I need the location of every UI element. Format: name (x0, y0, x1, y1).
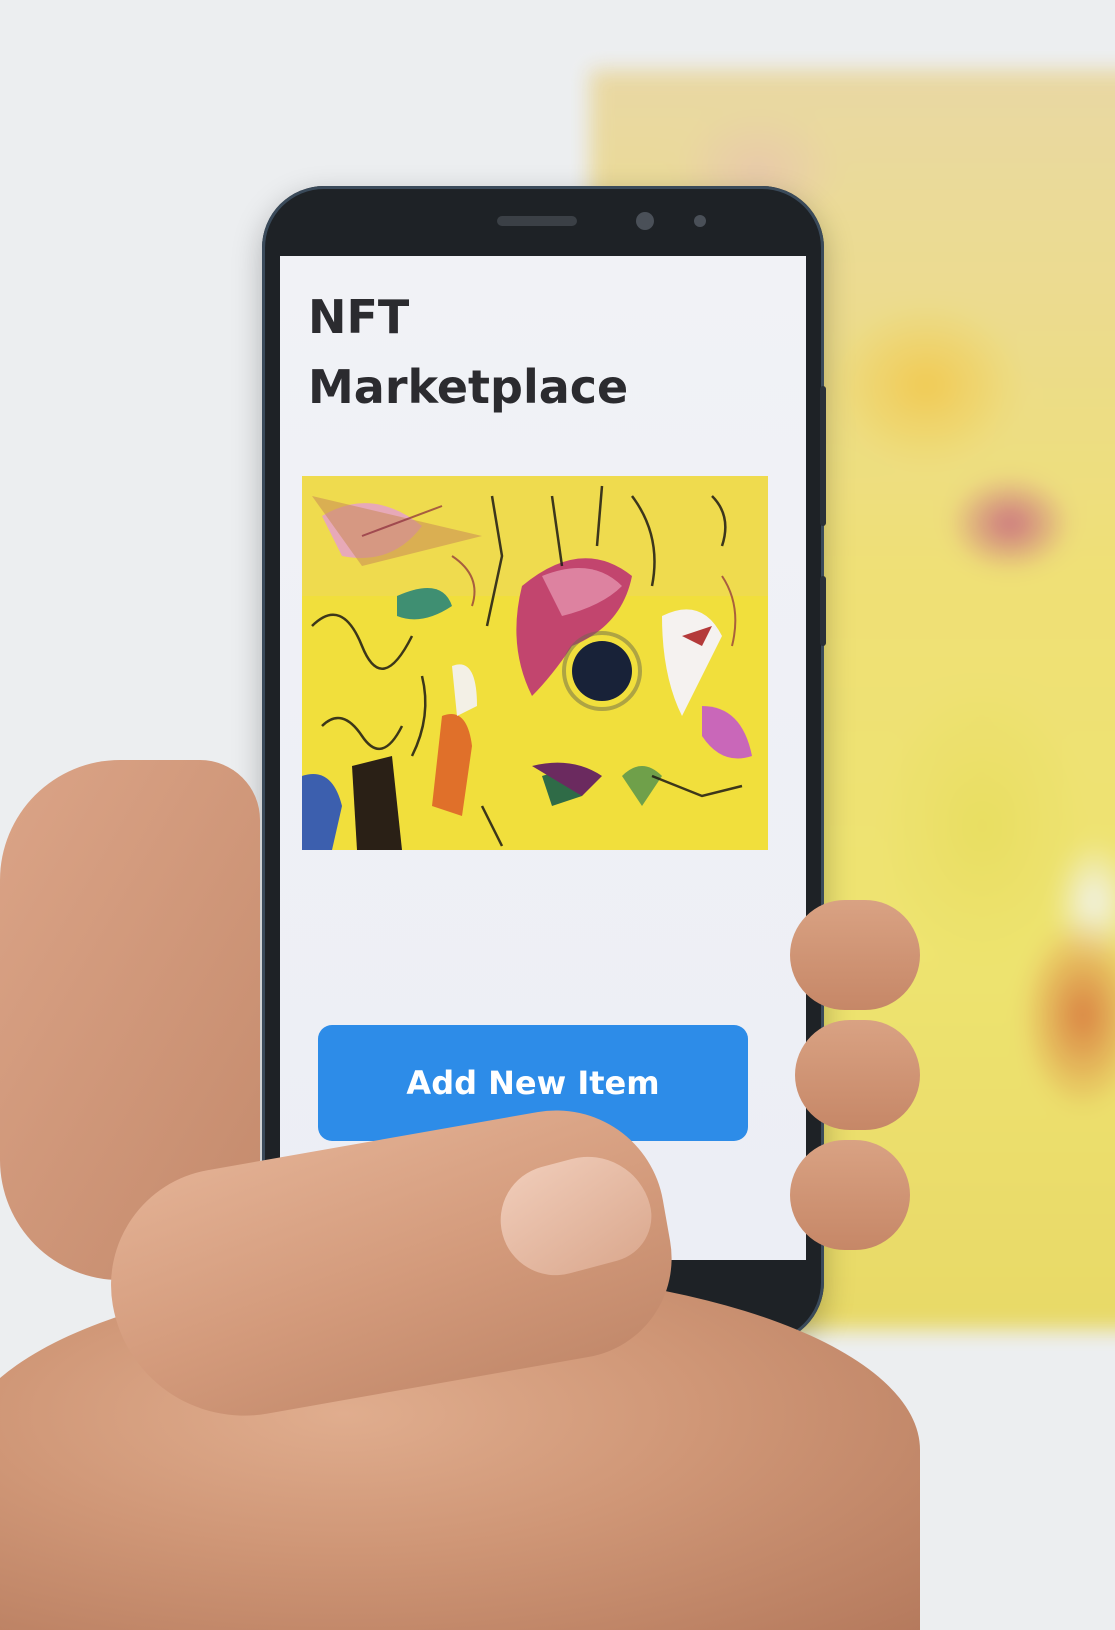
hand-finger (790, 900, 920, 1010)
sensor-icon (694, 215, 706, 227)
nft-artwork-image[interactable] (302, 476, 768, 850)
abstract-painting-image (302, 476, 768, 850)
power-button (820, 576, 826, 646)
page-title: NFT Marketplace (308, 290, 629, 414)
volume-button (820, 386, 826, 526)
earpiece-speaker (497, 216, 577, 226)
hand-finger (795, 1020, 920, 1130)
front-camera-icon (636, 212, 654, 230)
phone-screen: NFT Marketplace Add New Item (280, 256, 806, 1260)
hand-finger (790, 1140, 910, 1250)
